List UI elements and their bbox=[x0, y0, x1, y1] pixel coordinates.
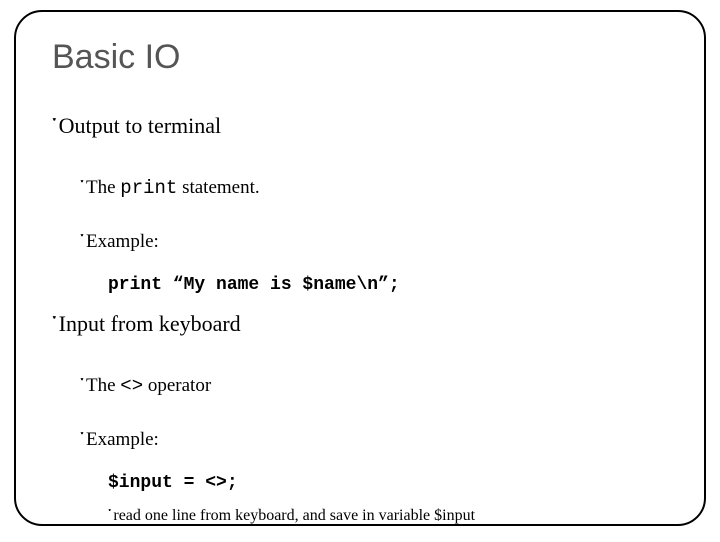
code-output: print “My name is $name\n”; bbox=[108, 275, 668, 295]
text-post: operator bbox=[143, 375, 211, 396]
note-text: read one line from keyboard, and save in… bbox=[113, 507, 475, 524]
text-pre: The bbox=[86, 177, 120, 198]
bullet-output-text: Output to terminal bbox=[59, 113, 222, 138]
bullet-icon: ་ bbox=[52, 101, 57, 163]
bullet-output-example: ་Example: bbox=[80, 219, 668, 273]
bullet-input-text: Input from keyboard bbox=[59, 311, 241, 336]
bullet-icon: ་ bbox=[52, 299, 57, 361]
bullet-icon: ་ bbox=[80, 363, 84, 417]
bullet-input-operator: ་The <> operator bbox=[80, 363, 668, 417]
example-label: Example: bbox=[86, 231, 159, 252]
slide-title: Basic IO bbox=[52, 38, 668, 77]
text-post: statement. bbox=[177, 177, 259, 198]
slide-frame: Basic IO ་Output to terminal ་The print … bbox=[14, 10, 706, 526]
bullet-icon: ་ bbox=[80, 219, 84, 273]
code-inline-print: print bbox=[120, 177, 177, 199]
text-pre: The bbox=[86, 375, 120, 396]
bullet-input-note: ་read one line from keyboard, and save i… bbox=[108, 497, 668, 542]
code-inline-diamond: <> bbox=[120, 375, 143, 397]
bullet-output: ་Output to terminal bbox=[52, 101, 668, 163]
bullet-output-print: ་The print statement. bbox=[80, 165, 668, 219]
example-label: Example: bbox=[86, 429, 159, 450]
code-input: $input = <>; bbox=[108, 473, 668, 493]
bullet-input: ་Input from keyboard bbox=[52, 299, 668, 361]
bullet-icon: ་ bbox=[80, 417, 84, 471]
bullet-input-example: ་Example: bbox=[80, 417, 668, 471]
bullet-icon: ་ bbox=[108, 497, 111, 542]
bullet-icon: ་ bbox=[80, 165, 84, 219]
